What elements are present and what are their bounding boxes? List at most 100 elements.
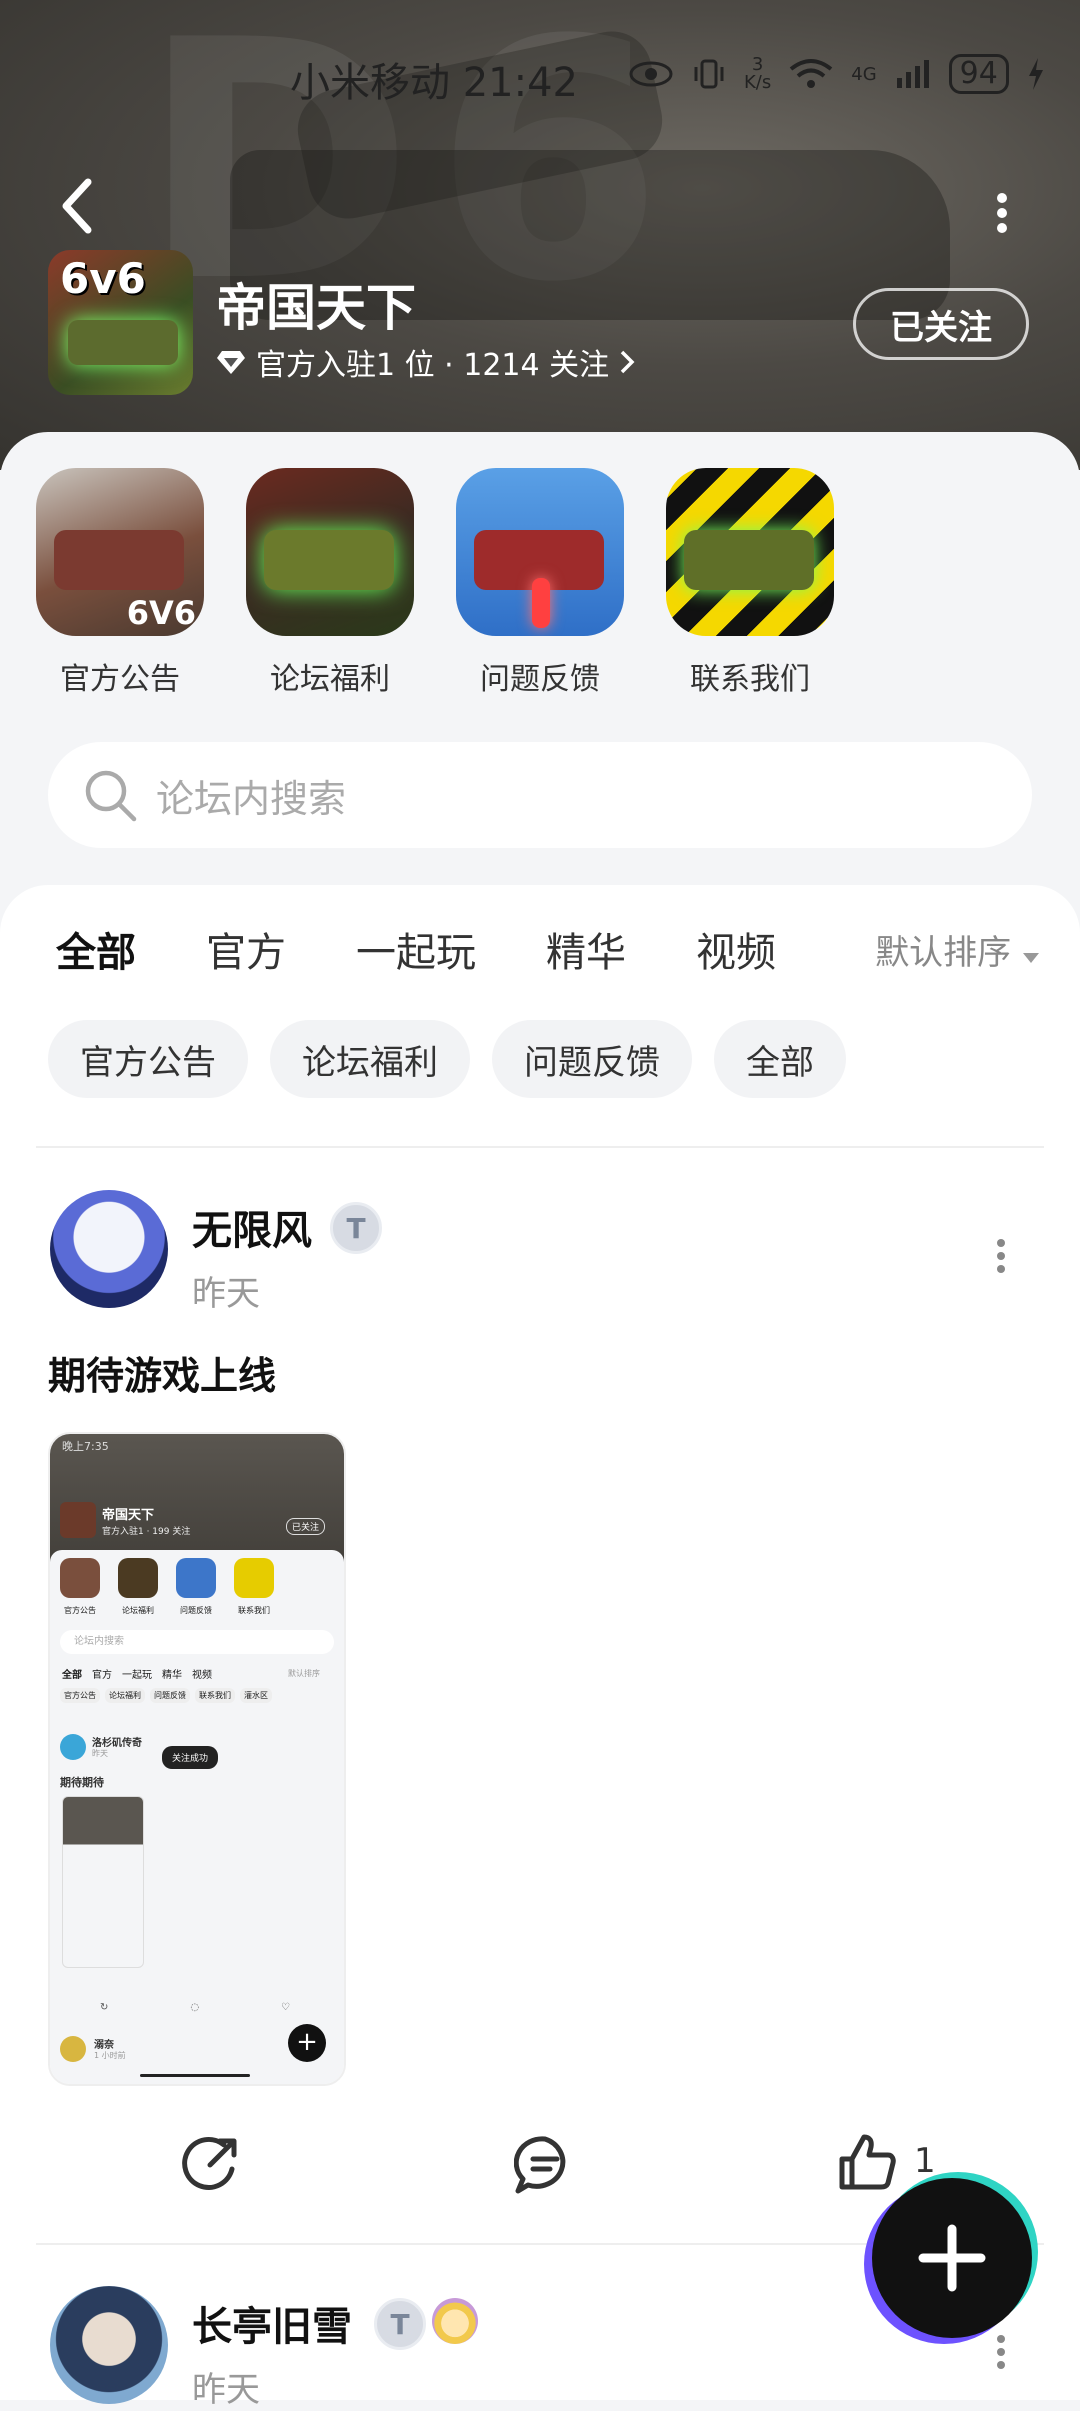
preview-home-indicator [140,2074,250,2077]
preview-avatar-2 [60,2036,86,2062]
green-tank-icon [246,468,414,636]
preview-avatar [60,1734,86,1760]
preview-time: 晚上7:35 [62,1440,109,1453]
forum-title: 帝国天下 [216,279,416,337]
preview-sort: 默认排序 [288,1669,320,1678]
preview-shortcut: 联系我们 [232,1558,276,1617]
forum-logo-text: 6v6 [60,254,146,303]
divider [36,1146,1044,1148]
preview-meta: 官方入驻1 · 199 关注 [102,1527,191,1537]
chip-forum-welfare[interactable]: 论坛福利 [270,1020,470,1098]
preview-shortcut: 论坛福利 [116,1558,160,1617]
sort-label: 默认排序 [875,933,1012,973]
shortcut-label: 官方公告 [60,662,180,697]
status-icons: 3 K/s 4G 94 [628,54,1045,94]
preview-toast: 关注成功 [162,1746,219,1769]
shortcut-contact[interactable]: 联系我们 [666,468,834,698]
post-time: 昨天 [192,2370,260,2410]
shortcut-row: 6V6 官方公告 论坛福利 问题反馈 联系我们 [36,468,834,698]
wifi-icon [790,59,833,88]
tank-icon [68,320,178,365]
battery-indicator: 94 [948,54,1009,94]
tab-official[interactable]: 官方 [206,920,286,978]
vibrate-icon [694,59,724,89]
preview-second-author: 溺奈 [94,2040,114,2051]
shortcut-label: 问题反馈 [480,662,600,697]
eye-icon [629,61,673,87]
network-type: 4G [851,63,877,85]
hazard-tank-icon [666,468,834,636]
shortcut-forum-welfare[interactable]: 论坛福利 [246,468,414,698]
preview-title: 帝国天下 [102,1508,155,1523]
preview-logo [60,1502,96,1538]
diamond-icon [217,351,245,374]
verified-badge-icon: T [330,1202,382,1254]
post-image[interactable]: 晚上7:35 帝国天下 官方入驻1 · 199 关注 已关注 官方公告 论坛福利… [48,1432,346,2086]
back-button[interactable] [58,178,98,234]
follow-button[interactable]: 已关注 [853,288,1029,360]
preview-nested-image [62,1796,144,1968]
post-text[interactable]: 期待游戏上线 [48,1345,276,1400]
status-bar: 小米移动 21:42 3 K/s 4G 94 [0,50,1080,110]
post-author[interactable]: 长亭旧雪 [192,2294,352,2352]
search-icon [85,770,137,822]
caret-down-icon [1023,953,1039,963]
like-icon: ♡ [281,2002,290,2013]
post-more-button[interactable] [997,1234,1007,1278]
search-input[interactable]: 论坛内搜索 [48,742,1032,848]
preview-shortcut: 问题反馈 [174,1558,218,1617]
charging-icon [1028,58,1043,90]
preview-post-time: 昨天 [92,1749,108,1758]
carrier-time: 小米移动 21:42 [290,60,578,106]
preview-second-time: 1 小时前 [94,2051,126,2060]
tab-featured[interactable]: 精华 [546,920,626,978]
forum-info: 6v6 帝国天下 官方入驻1 位 · 1214 关注 已关注 [48,250,1029,400]
preview-search: 论坛内搜索 [60,1630,334,1654]
plus-icon [918,2224,986,2292]
shortcut-official-notice[interactable]: 6V6 官方公告 [36,468,204,698]
chip-all[interactable]: 全部 [714,1020,846,1098]
sort-dropdown[interactable]: 默认排序 [875,925,1040,974]
more-menu-button[interactable] [997,188,1007,238]
chip-feedback[interactable]: 问题反馈 [492,1020,692,1098]
preview-follow: 已关注 [286,1518,326,1535]
preview-post-author: 洛杉矶传奇 [92,1738,142,1749]
verified-badge-icon: T [374,2298,426,2350]
preview-chips: 官方公告 论坛福利 问题反馈 联系我们 灌水区 [60,1688,272,1703]
tab-play-together[interactable]: 一起玩 [356,920,476,978]
filter-chips: 官方公告 论坛福利 问题反馈 全部 [48,1020,846,1098]
like-count: 1 [914,2141,936,2181]
share-icon[interactable] [180,2135,240,2195]
tab-video[interactable]: 视频 [696,920,776,978]
comment-icon[interactable] [514,2135,576,2195]
post-time: 昨天 [192,1274,260,1314]
preview-tabs: 全部 官方 一起玩 精华 视频 [62,1670,212,1681]
avatar[interactable] [50,2286,168,2404]
preview-shortcut: 官方公告 [58,1558,102,1617]
preview-shortcuts: 官方公告 论坛福利 问题反馈 联系我们 [58,1558,276,1617]
tab-all[interactable]: 全部 [56,920,136,984]
preview-post-text: 期待期待 [60,1776,104,1789]
preview-action-row: ↻ ◌ ♡ [100,2002,290,2013]
post-more-button[interactable] [997,2330,1007,2374]
new-post-button[interactable] [872,2178,1032,2338]
shortcut-label: 联系我们 [690,662,810,697]
net-speed: 3 K/s [744,54,772,93]
category-tabs: 全部 官方 一起玩 精华 视频 [56,920,776,984]
post-author[interactable]: 无限风 [192,1198,312,1256]
red-tank-icon [456,468,624,636]
chip-official-notice[interactable]: 官方公告 [48,1020,248,1098]
forum-meta[interactable]: 官方入驻1 位 · 1214 关注 [216,340,635,384]
share-icon: ↻ [100,2002,109,2013]
chevron-right-icon [620,350,635,374]
avatar[interactable] [50,1190,168,1308]
search-placeholder: 论坛内搜索 [156,776,347,821]
shortcut-label: 论坛福利 [270,662,390,697]
like-icon[interactable] [838,2133,896,2191]
comment-icon: ◌ [190,2002,200,2013]
tank-6v6-icon: 6V6 [36,468,204,636]
forum-meta-text: 官方入驻1 位 · 1214 关注 [256,348,610,383]
shortcut-feedback[interactable]: 问题反馈 [456,468,624,698]
preview-fab: + [288,2024,326,2062]
forum-logo: 6v6 [48,250,193,395]
